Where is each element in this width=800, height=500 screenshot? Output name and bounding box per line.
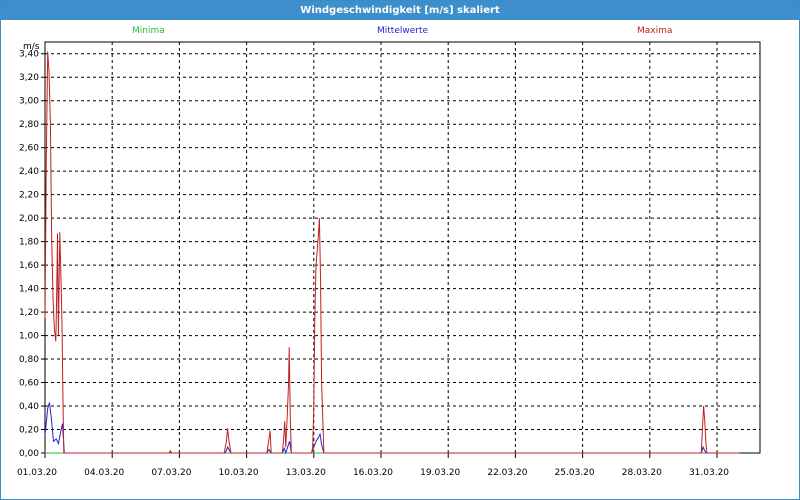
x-tick-label: 22.03.20: [487, 468, 527, 478]
y-tick-label: 1,00: [19, 332, 39, 342]
x-tick-label: 28.03.20: [622, 468, 662, 478]
y-tick-label: 2,60: [19, 144, 39, 154]
y-tick-label: 2,80: [19, 120, 39, 130]
y-tick-label: 0,00: [19, 449, 39, 459]
y-tick-label: 0,60: [19, 379, 39, 389]
y-tick-label: 1,60: [19, 261, 39, 271]
x-tick-label: 04.03.20: [84, 468, 124, 478]
x-tick-label: 13.03.20: [286, 468, 326, 478]
y-tick-label: 0,80: [19, 355, 39, 365]
y-tick-label: 2,00: [19, 214, 39, 224]
y-tick-label: 0,40: [19, 402, 39, 412]
x-tick-label: 31.03.20: [689, 468, 729, 478]
y-tick-label: 3,20: [19, 73, 39, 83]
y-tick-label: 1,80: [19, 238, 39, 248]
y-tick-label: 1,40: [19, 285, 39, 295]
x-tick-label: 19.03.20: [420, 468, 460, 478]
y-axis-unit: m/s: [23, 42, 40, 52]
x-tick-label: 16.03.20: [353, 468, 393, 478]
y-tick-label: 2,20: [19, 191, 39, 201]
y-tick-label: 3,00: [19, 97, 39, 107]
x-tick-label: 25.03.20: [555, 468, 595, 478]
chart-window: Windgeschwindigkeit [m/s] skaliert Minim…: [0, 0, 800, 500]
y-tick-label: 2,40: [19, 167, 39, 177]
y-tick-label: 1,20: [19, 308, 39, 318]
y-tick-label: 0,20: [19, 426, 39, 436]
x-tick-label: 01.03.20: [17, 468, 57, 478]
plot-area: [44, 41, 761, 454]
wind-speed-chart: 0,00 0,20 0,40 0,60 0,80 1,00 1,20 1,40 1,60 1,80…: [17, 41, 761, 478]
x-tick-label: 07.03.20: [151, 468, 191, 478]
x-tick-label: 10.03.20: [219, 468, 259, 478]
